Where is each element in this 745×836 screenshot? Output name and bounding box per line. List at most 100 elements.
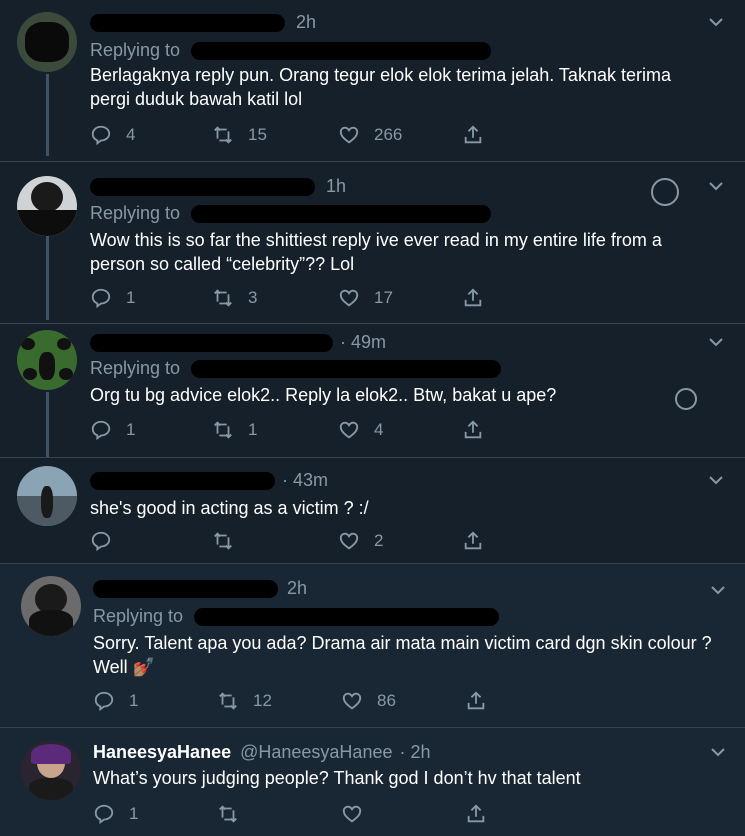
tweet-time[interactable]: 2h (296, 12, 316, 32)
reply-count: 1 (129, 804, 139, 823)
share-icon (464, 125, 482, 144)
like-count: 86 (377, 691, 396, 710)
tweet-actions: 1 12 86 (93, 690, 513, 716)
reply-icon (94, 691, 114, 712)
heart-icon (342, 805, 362, 823)
replying-to: Replying to (93, 606, 500, 627)
avatar[interactable] (17, 176, 77, 236)
retweet-button[interactable]: 12 (217, 690, 272, 712)
tweet-actions: 4 15 266 (90, 124, 510, 150)
chevron-down-icon[interactable] (706, 470, 726, 490)
tweet-5[interactable]: 2h Replying to Sorry. Talent apa you ada… (0, 564, 745, 728)
tweet-text: Berlagaknya reply pun. Orang tegur elok … (90, 65, 671, 109)
reply-button[interactable]: 1 (90, 287, 135, 309)
chevron-down-icon[interactable] (708, 742, 728, 762)
like-button[interactable] (341, 803, 377, 825)
replying-to: Replying to (90, 203, 492, 224)
retweet-button[interactable] (217, 803, 253, 825)
retweet-button[interactable]: 3 (212, 287, 257, 309)
tweet-actions: 2 (90, 530, 510, 556)
chevron-down-icon[interactable] (706, 332, 726, 352)
redacted-handle (191, 42, 492, 61)
chevron-down-icon[interactable] (706, 12, 726, 32)
share-button[interactable] (465, 690, 501, 712)
reply-button[interactable] (90, 530, 126, 552)
redacted-name (90, 472, 275, 491)
redacted-name (93, 580, 278, 599)
tweet-2[interactable]: 1h Replying to Wow this is so far the sh… (0, 162, 745, 324)
tweet-time[interactable]: 2h (287, 578, 307, 598)
tweet-header: 1h (90, 176, 346, 197)
share-icon (464, 420, 482, 439)
reply-count: 1 (126, 288, 136, 307)
tweet-actions: 1 3 17 (90, 287, 510, 313)
avatar[interactable] (17, 330, 77, 390)
share-icon (467, 691, 485, 710)
tweet-text: Wow this is so far the shittiest reply i… (90, 230, 662, 274)
tweet-3[interactable]: · 49m Replying to Org tu bg advice elok2… (0, 324, 745, 458)
tweet-time[interactable]: · 49m (340, 332, 386, 352)
retweet-icon (219, 805, 237, 823)
share-icon (467, 804, 485, 823)
tweet-header: · 43m (90, 470, 328, 491)
chevron-down-icon[interactable] (706, 176, 726, 196)
like-button[interactable]: 2 (338, 530, 383, 552)
reply-icon (91, 420, 111, 441)
heart-icon (342, 692, 362, 710)
display-name[interactable]: HaneesyaHanee (93, 742, 231, 762)
tweet-time[interactable]: · 2h (400, 742, 431, 762)
like-button[interactable]: 4 (338, 419, 383, 441)
retweet-button[interactable]: 15 (212, 124, 267, 146)
avatar[interactable] (21, 576, 81, 636)
share-button[interactable] (462, 530, 498, 552)
tweet-4[interactable]: · 43m she's good in acting as a victim ?… (0, 458, 745, 564)
redacted-name (90, 14, 285, 33)
like-count: 17 (374, 288, 393, 307)
retweet-icon (214, 532, 232, 550)
redacted-handle (191, 205, 492, 224)
reply-icon (91, 531, 111, 552)
avatar[interactable] (17, 12, 77, 72)
like-button[interactable]: 86 (341, 690, 396, 712)
like-button[interactable]: 266 (338, 124, 402, 146)
retweet-icon (214, 421, 232, 439)
share-button[interactable] (462, 419, 498, 441)
circle-icon[interactable] (675, 388, 697, 410)
redacted-handle (191, 360, 502, 379)
heart-icon (339, 532, 359, 550)
reply-button[interactable]: 1 (90, 419, 135, 441)
share-icon (464, 288, 482, 307)
share-button[interactable] (462, 287, 498, 309)
reply-button[interactable]: 1 (93, 803, 138, 825)
user-handle[interactable]: @HaneesyaHanee (240, 742, 392, 762)
retweet-count: 15 (248, 125, 267, 144)
retweet-button[interactable] (212, 530, 248, 552)
tweet-header: 2h (90, 12, 316, 33)
redacted-name (90, 178, 315, 197)
tweet-6[interactable]: HaneesyaHanee @HaneesyaHanee · 2h What’s… (0, 728, 745, 836)
tweet-header: HaneesyaHanee @HaneesyaHanee · 2h (93, 742, 431, 763)
retweet-icon (219, 692, 237, 710)
tweet-actions: 1 1 4 (90, 419, 510, 445)
tweet-time[interactable]: · 43m (282, 470, 328, 490)
share-icon (464, 531, 482, 550)
circle-icon[interactable] (651, 178, 679, 206)
tweet-text: What’s yours judging people? Thank god I… (93, 768, 581, 788)
like-button[interactable]: 17 (338, 287, 393, 309)
reply-icon (94, 804, 114, 825)
reply-count: 1 (126, 420, 136, 439)
share-button[interactable] (462, 124, 498, 146)
reply-button[interactable]: 4 (90, 124, 135, 146)
share-button[interactable] (465, 803, 501, 825)
retweet-button[interactable]: 1 (212, 419, 257, 441)
tweet-1[interactable]: 2h Replying to Berlagaknya reply pun. Or… (0, 0, 745, 162)
reply-count: 1 (129, 691, 139, 710)
redacted-handle (194, 608, 500, 627)
reply-icon (91, 125, 111, 146)
chevron-down-icon[interactable] (708, 580, 728, 600)
avatar[interactable] (21, 740, 81, 800)
tweet-time[interactable]: 1h (326, 176, 346, 196)
avatar[interactable] (17, 466, 77, 526)
reply-button[interactable]: 1 (93, 690, 138, 712)
tweet-text: she's good in acting as a victim ? :/ (90, 498, 369, 518)
